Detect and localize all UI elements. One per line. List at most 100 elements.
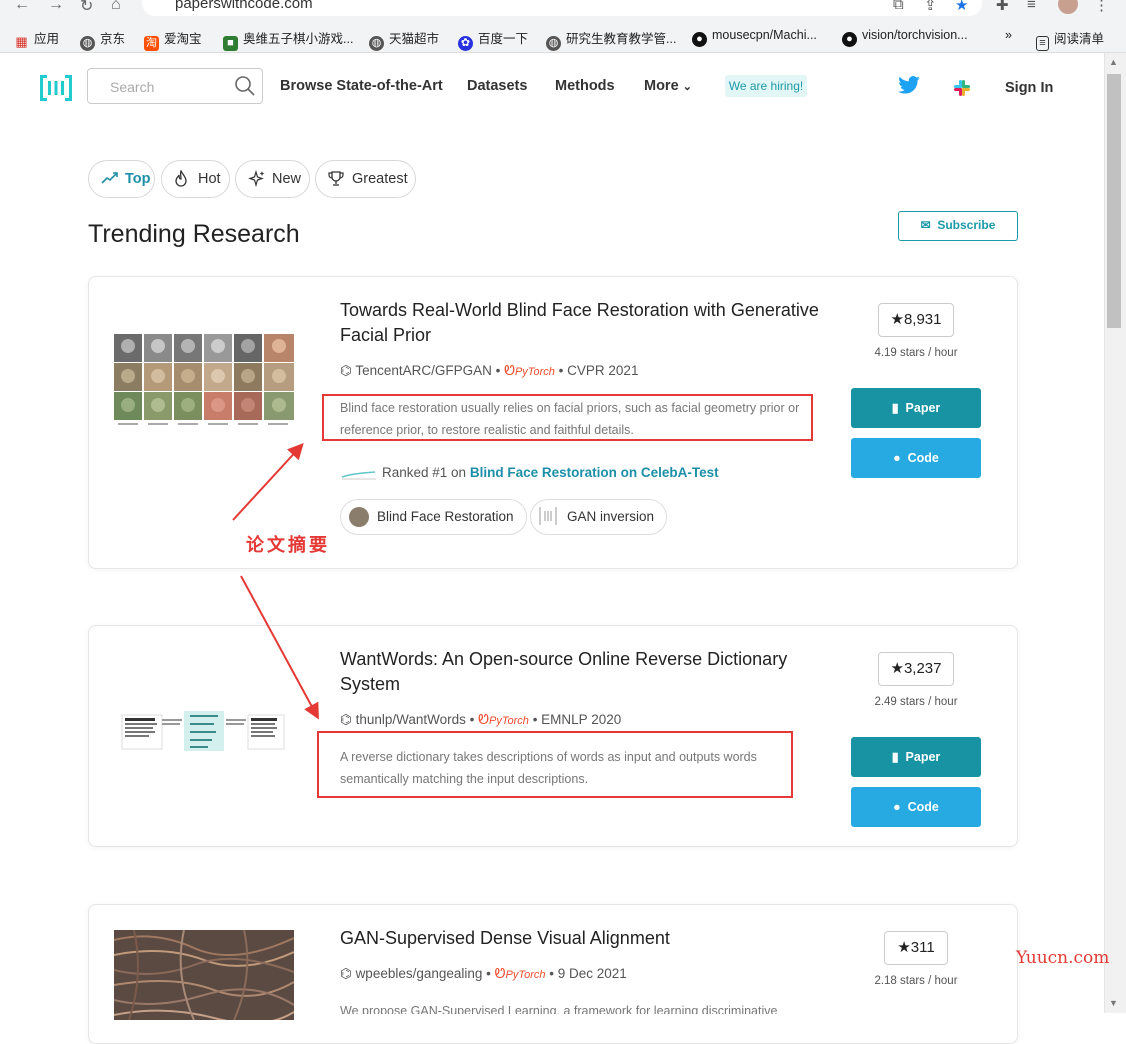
repo-link[interactable]: TencentARC/GFPGAN bbox=[355, 363, 492, 378]
forward-icon[interactable]: → bbox=[48, 0, 64, 14]
reading-list-icon: ≡ bbox=[1036, 36, 1049, 51]
bookmark-tmall[interactable]: ◍ 天猫超市 bbox=[369, 28, 439, 51]
paper-title[interactable]: Towards Real-World Blind Face Restoratio… bbox=[340, 298, 830, 348]
reload-icon[interactable]: ↻ bbox=[80, 0, 93, 16]
task-tag[interactable]: Blind Face Restoration bbox=[340, 499, 527, 535]
pwc-placeholder-icon bbox=[539, 507, 557, 525]
trophy-icon bbox=[328, 171, 344, 186]
annotation-arrows bbox=[232, 443, 319, 720]
code-button[interactable]: ● Code bbox=[851, 438, 981, 478]
framework-label: PyTorch bbox=[488, 715, 529, 727]
bookmark-apps[interactable]: ▦ 应用 bbox=[14, 28, 59, 49]
pytorch-icon: Ꮼ bbox=[478, 712, 489, 727]
bookmark-gomoku[interactable]: ■ 奥维五子棋小游戏... bbox=[223, 28, 353, 51]
star-icon: ★ bbox=[890, 311, 904, 328]
globe-icon: ◍ bbox=[80, 36, 95, 51]
sign-in-link[interactable]: Sign In bbox=[1005, 80, 1053, 96]
github-icon: ⌬ bbox=[340, 363, 352, 378]
media-icon[interactable]: ≡ bbox=[1027, 0, 1036, 13]
tab-top[interactable]: Top bbox=[88, 160, 155, 198]
paper-meta: ⌬ thunlp/WantWords • ᏬPyTorch • EMNLP 20… bbox=[340, 712, 622, 727]
star-icon: ★ bbox=[897, 939, 911, 956]
leaderboard-chart-icon bbox=[341, 471, 376, 480]
paper-thumbnail-texture[interactable] bbox=[114, 930, 294, 1020]
watermark: Yuucn.com bbox=[1016, 948, 1110, 968]
tab-new[interactable]: New bbox=[235, 160, 310, 198]
tag-thumbnail bbox=[349, 507, 369, 527]
tab-hot[interactable]: Hot bbox=[161, 160, 230, 198]
search-icon[interactable] bbox=[234, 75, 256, 97]
github-icon: ● bbox=[893, 800, 901, 814]
code-button[interactable]: ● Code bbox=[851, 787, 981, 827]
url-text[interactable]: paperswithcode.com bbox=[175, 0, 313, 12]
bookmark-star-icon[interactable]: ★ bbox=[955, 0, 968, 14]
sparkle-icon bbox=[248, 170, 265, 188]
nav-more[interactable]: More ⌄ bbox=[644, 78, 692, 94]
venue-label: EMNLP 2020 bbox=[541, 712, 622, 727]
document-icon: ▮ bbox=[891, 750, 899, 764]
nav-browse-sota[interactable]: Browse State-of-the-Art bbox=[280, 78, 443, 94]
bookmarks-bar: ▦ 应用 ◍ 京东 淘爱淘宝 ■ 奥维五子棋小游戏... ◍ 天猫超市 ✿ 百度一下 ◍ 研… bbox=[0, 24, 1126, 51]
paper-meta: ⌬ wpeebles/gangealing • ᏬPyTorch • 9 Dec… bbox=[340, 966, 627, 981]
mail-icon: ✉ bbox=[920, 218, 931, 232]
stars-rate: 4.19 stars / hour bbox=[874, 347, 958, 359]
menu-icon[interactable]: ⋮ bbox=[1094, 0, 1109, 14]
profile-avatar[interactable] bbox=[1058, 0, 1078, 14]
back-icon[interactable]: ← bbox=[14, 0, 30, 14]
globe-icon: ◍ bbox=[369, 36, 384, 51]
annotation-box-abstract-1 bbox=[322, 394, 813, 441]
search-box[interactable] bbox=[87, 68, 263, 104]
paper-title[interactable]: WantWords: An Open-source Online Reverse… bbox=[340, 647, 830, 697]
bookmark-taobao[interactable]: 淘爱淘宝 bbox=[144, 28, 202, 51]
tab-greatest[interactable]: Greatest bbox=[315, 160, 416, 198]
pwc-logo[interactable] bbox=[40, 75, 72, 101]
document-icon: ▮ bbox=[891, 401, 899, 415]
paper-title[interactable]: GAN-Supervised Dense Visual Alignment bbox=[340, 926, 830, 951]
ranked-line: Ranked #1 on Blind Face Restoration on C… bbox=[382, 465, 719, 480]
scroll-up-arrow-icon[interactable]: ▲ bbox=[1109, 57, 1118, 67]
stars-rate: 2.18 stars / hour bbox=[874, 975, 958, 987]
stars-badge[interactable]: ★8,931 bbox=[878, 303, 954, 337]
bookmarks-overflow[interactable]: » bbox=[1005, 28, 1012, 42]
home-icon[interactable]: ⌂ bbox=[111, 0, 121, 14]
repo-link[interactable]: thunlp/WantWords bbox=[356, 712, 466, 727]
paper-button[interactable]: ▮ Paper bbox=[851, 388, 981, 428]
annotation-label: 论文摘要 bbox=[246, 535, 330, 556]
stars-badge[interactable]: ★3,237 bbox=[878, 652, 954, 686]
reading-list[interactable]: ≡ 阅读清单 bbox=[1036, 28, 1104, 51]
search-input[interactable] bbox=[108, 78, 232, 96]
task-tag[interactable]: GAN inversion bbox=[530, 499, 668, 535]
framework-label: PyTorch bbox=[505, 969, 546, 981]
framework-label: PyTorch bbox=[514, 366, 555, 378]
github-icon: ● bbox=[692, 32, 707, 47]
scrollbar-thumb[interactable] bbox=[1107, 74, 1121, 328]
stars-badge[interactable]: ★311 bbox=[884, 931, 948, 965]
paper-meta: ⌬ TencentARC/GFPGAN • ᏬPyTorch • CVPR 20… bbox=[340, 363, 639, 378]
slack-icon[interactable] bbox=[951, 77, 973, 99]
hiring-badge[interactable]: We are hiring! bbox=[725, 75, 807, 97]
github-icon: ⌬ bbox=[340, 712, 352, 727]
repo-link[interactable]: wpeebles/gangealing bbox=[356, 966, 483, 981]
ranked-task-link[interactable]: Blind Face Restoration on CelebA-Test bbox=[470, 465, 719, 480]
scroll-down-arrow-icon[interactable]: ▼ bbox=[1109, 998, 1118, 1008]
globe-icon: ◍ bbox=[546, 36, 561, 51]
subscribe-button[interactable]: ✉ Subscribe bbox=[898, 211, 1018, 241]
translate-icon[interactable]: ⧉ bbox=[893, 0, 904, 13]
nav-methods[interactable]: Methods bbox=[555, 78, 615, 94]
annotation-box-abstract-2 bbox=[317, 731, 793, 798]
apps-grid-icon: ▦ bbox=[15, 34, 28, 49]
bookmark-jd[interactable]: ◍ 京东 bbox=[80, 28, 125, 51]
twitter-icon[interactable] bbox=[898, 76, 920, 94]
chevron-down-icon: ⌄ bbox=[682, 81, 692, 93]
bookmark-mousecpn[interactable]: ● mousecpn/Machi... bbox=[692, 28, 817, 47]
bookmark-grad-edu[interactable]: ◍ 研究生教育教学管... bbox=[546, 28, 676, 51]
paper-button[interactable]: ▮ Paper bbox=[851, 737, 981, 777]
bookmark-torchvision[interactable]: ● vision/torchvision... bbox=[842, 28, 968, 47]
nav-datasets[interactable]: Datasets bbox=[467, 78, 527, 94]
share-icon[interactable]: ⇪ bbox=[924, 0, 937, 14]
star-icon: ★ bbox=[890, 660, 904, 677]
github-icon: ● bbox=[893, 451, 901, 465]
bookmark-baidu[interactable]: ✿ 百度一下 bbox=[458, 28, 528, 51]
extensions-icon[interactable]: ✚ bbox=[996, 0, 1009, 14]
paper-thumbnail-faces[interactable] bbox=[114, 334, 296, 432]
